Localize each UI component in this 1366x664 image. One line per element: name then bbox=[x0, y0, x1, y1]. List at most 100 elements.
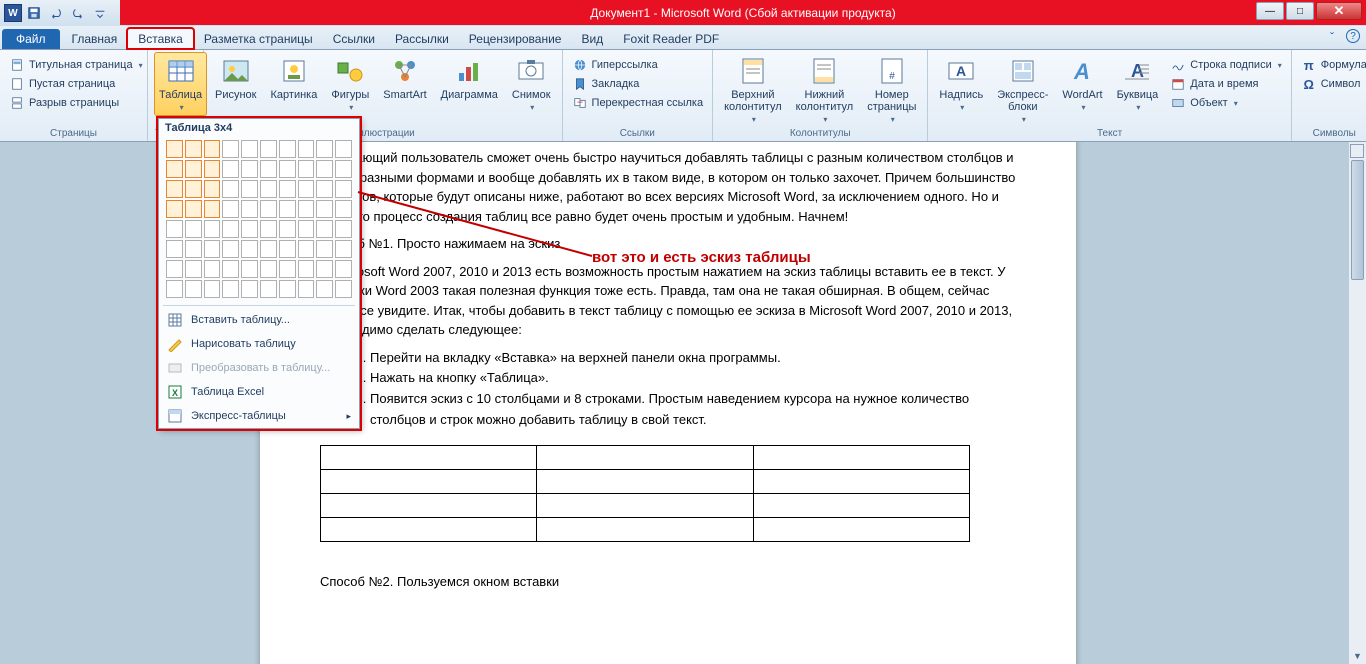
tab-page-layout[interactable]: Разметка страницы bbox=[194, 29, 323, 49]
crossref-button[interactable]: Перекрестная ссылка bbox=[569, 94, 707, 112]
table-grid-cell[interactable] bbox=[222, 220, 239, 238]
table-grid-cell[interactable] bbox=[298, 220, 315, 238]
pagenum-button[interactable]: #Номер страницы ▾ bbox=[862, 52, 921, 128]
list-item[interactable]: Нажать на кнопку «Таблица». bbox=[370, 368, 1016, 389]
table-grid-cell[interactable] bbox=[185, 240, 202, 258]
table-grid-cell[interactable] bbox=[222, 160, 239, 178]
table-grid-cell[interactable] bbox=[279, 280, 296, 298]
table-grid-cell[interactable] bbox=[166, 220, 183, 238]
table-grid-cell[interactable] bbox=[260, 160, 277, 178]
table-button[interactable]: Таблица▾ bbox=[154, 52, 207, 116]
table-grid-cell[interactable] bbox=[241, 280, 258, 298]
table-grid-cell[interactable] bbox=[316, 220, 333, 238]
table-grid-cell[interactable] bbox=[335, 160, 352, 178]
table-grid-cell[interactable] bbox=[204, 220, 221, 238]
table-grid-cell[interactable] bbox=[279, 160, 296, 178]
clipart-button[interactable]: Картинка bbox=[266, 52, 323, 104]
list-item[interactable]: Перейти на вкладку «Вставка» на верхней … bbox=[370, 348, 1016, 369]
tab-view[interactable]: Вид bbox=[571, 29, 613, 49]
table-grid-cell[interactable] bbox=[298, 240, 315, 258]
quickparts-button[interactable]: Экспресс-блоки▾ bbox=[992, 52, 1053, 128]
table-grid-cell[interactable] bbox=[185, 180, 202, 198]
table-grid-cell[interactable] bbox=[335, 260, 352, 278]
table-grid-cell[interactable] bbox=[185, 160, 202, 178]
excel-table-menuitem[interactable]: XТаблица Excel bbox=[159, 380, 359, 404]
picture-button[interactable]: Рисунок bbox=[210, 52, 262, 104]
table-grid-cell[interactable] bbox=[166, 140, 183, 158]
table-grid-cell[interactable] bbox=[298, 180, 315, 198]
table-grid-cell[interactable] bbox=[279, 220, 296, 238]
tab-review[interactable]: Рецензирование bbox=[459, 29, 572, 49]
table-grid-cell[interactable] bbox=[279, 240, 296, 258]
scroll-down-button[interactable]: ▼ bbox=[1349, 648, 1366, 664]
vertical-scrollbar[interactable]: ▲ ▼ bbox=[1348, 142, 1366, 664]
ordered-list[interactable]: Перейти на вкладку «Вставка» на верхней … bbox=[370, 348, 1016, 431]
table-grid-cell[interactable] bbox=[260, 180, 277, 198]
table-grid-cell[interactable] bbox=[185, 260, 202, 278]
table-grid-cell[interactable] bbox=[204, 200, 221, 218]
table-grid-cell[interactable] bbox=[335, 240, 352, 258]
wordart-button[interactable]: AWordArt▾ bbox=[1057, 52, 1107, 116]
signature-button[interactable]: Строка подписи▾ bbox=[1167, 56, 1284, 74]
table-grid-cell[interactable] bbox=[185, 140, 202, 158]
table-grid-cell[interactable] bbox=[335, 140, 352, 158]
qat-customize-dropdown[interactable] bbox=[90, 3, 110, 23]
table-grid-cell[interactable] bbox=[260, 220, 277, 238]
hyperlink-button[interactable]: Гиперссылка bbox=[569, 56, 707, 74]
equation-button[interactable]: πФормула▾ bbox=[1298, 56, 1366, 74]
footer-button[interactable]: Нижний колонтитул ▾ bbox=[791, 52, 859, 128]
tab-foxit[interactable]: Foxit Reader PDF bbox=[613, 29, 729, 49]
table-grid-cell[interactable] bbox=[241, 160, 258, 178]
table-grid-cell[interactable] bbox=[222, 180, 239, 198]
table-grid-cell[interactable] bbox=[185, 200, 202, 218]
paragraph[interactable]: начинающий пользователь сможет очень быс… bbox=[320, 148, 1016, 226]
table-grid-cell[interactable] bbox=[316, 280, 333, 298]
page-break-button[interactable]: Разрыв страницы bbox=[6, 94, 146, 112]
table-grid-cell[interactable] bbox=[166, 160, 183, 178]
table-grid-cell[interactable] bbox=[222, 200, 239, 218]
table-grid-cell[interactable] bbox=[260, 260, 277, 278]
table-grid-cell[interactable] bbox=[316, 160, 333, 178]
table-grid-cell[interactable] bbox=[260, 240, 277, 258]
table-grid-cell[interactable] bbox=[204, 180, 221, 198]
table-grid-cell[interactable] bbox=[185, 280, 202, 298]
shapes-button[interactable]: Фигуры▾ bbox=[326, 52, 374, 116]
table-grid-cell[interactable] bbox=[260, 200, 277, 218]
table-grid-cell[interactable] bbox=[260, 140, 277, 158]
table-grid-cell[interactable] bbox=[298, 260, 315, 278]
table-grid-cell[interactable] bbox=[298, 200, 315, 218]
help-icon[interactable]: ? bbox=[1346, 29, 1360, 43]
dropcap-button[interactable]: AБуквица▾ bbox=[1112, 52, 1164, 116]
screenshot-button[interactable]: Снимок▾ bbox=[507, 52, 556, 116]
table-grid-cell[interactable] bbox=[222, 280, 239, 298]
scroll-thumb[interactable] bbox=[1351, 160, 1364, 280]
table-grid-cell[interactable] bbox=[260, 280, 277, 298]
table-grid-cell[interactable] bbox=[241, 180, 258, 198]
table-grid-cell[interactable] bbox=[335, 220, 352, 238]
table-grid-cell[interactable] bbox=[316, 200, 333, 218]
table-grid-cell[interactable] bbox=[185, 220, 202, 238]
save-button[interactable] bbox=[24, 3, 44, 23]
table-grid-cell[interactable] bbox=[279, 140, 296, 158]
tab-mailings[interactable]: Рассылки bbox=[385, 29, 459, 49]
table-grid-cell[interactable] bbox=[204, 140, 221, 158]
table-grid-cell[interactable] bbox=[166, 240, 183, 258]
object-button[interactable]: Объект▾ bbox=[1167, 94, 1284, 112]
tab-references[interactable]: Ссылки bbox=[323, 29, 385, 49]
minimize-button[interactable]: — bbox=[1256, 2, 1284, 20]
paragraph[interactable]: Способ №1. Просто нажимаем на эскиз bbox=[320, 234, 1016, 254]
paragraph[interactable]: В Microsoft Word 2007, 2010 и 2013 есть … bbox=[320, 262, 1016, 340]
table-grid-cell[interactable] bbox=[241, 260, 258, 278]
maximize-button[interactable]: □ bbox=[1286, 2, 1314, 20]
list-item[interactable]: Появится эскиз с 10 столбцами и 8 строка… bbox=[370, 389, 1016, 431]
minimize-ribbon-icon[interactable]: ˇ bbox=[1324, 29, 1340, 45]
ruler-toggle-button[interactable] bbox=[1350, 144, 1364, 158]
datetime-button[interactable]: Дата и время bbox=[1167, 75, 1284, 93]
table-grid-cell[interactable] bbox=[335, 200, 352, 218]
table-grid-cell[interactable] bbox=[166, 280, 183, 298]
table-grid-cell[interactable] bbox=[241, 240, 258, 258]
insert-table-menuitem[interactable]: Вставить таблицу... bbox=[159, 308, 359, 332]
table-grid-cell[interactable] bbox=[298, 140, 315, 158]
smartart-button[interactable]: SmartArt bbox=[378, 52, 431, 104]
table-grid-cell[interactable] bbox=[204, 240, 221, 258]
